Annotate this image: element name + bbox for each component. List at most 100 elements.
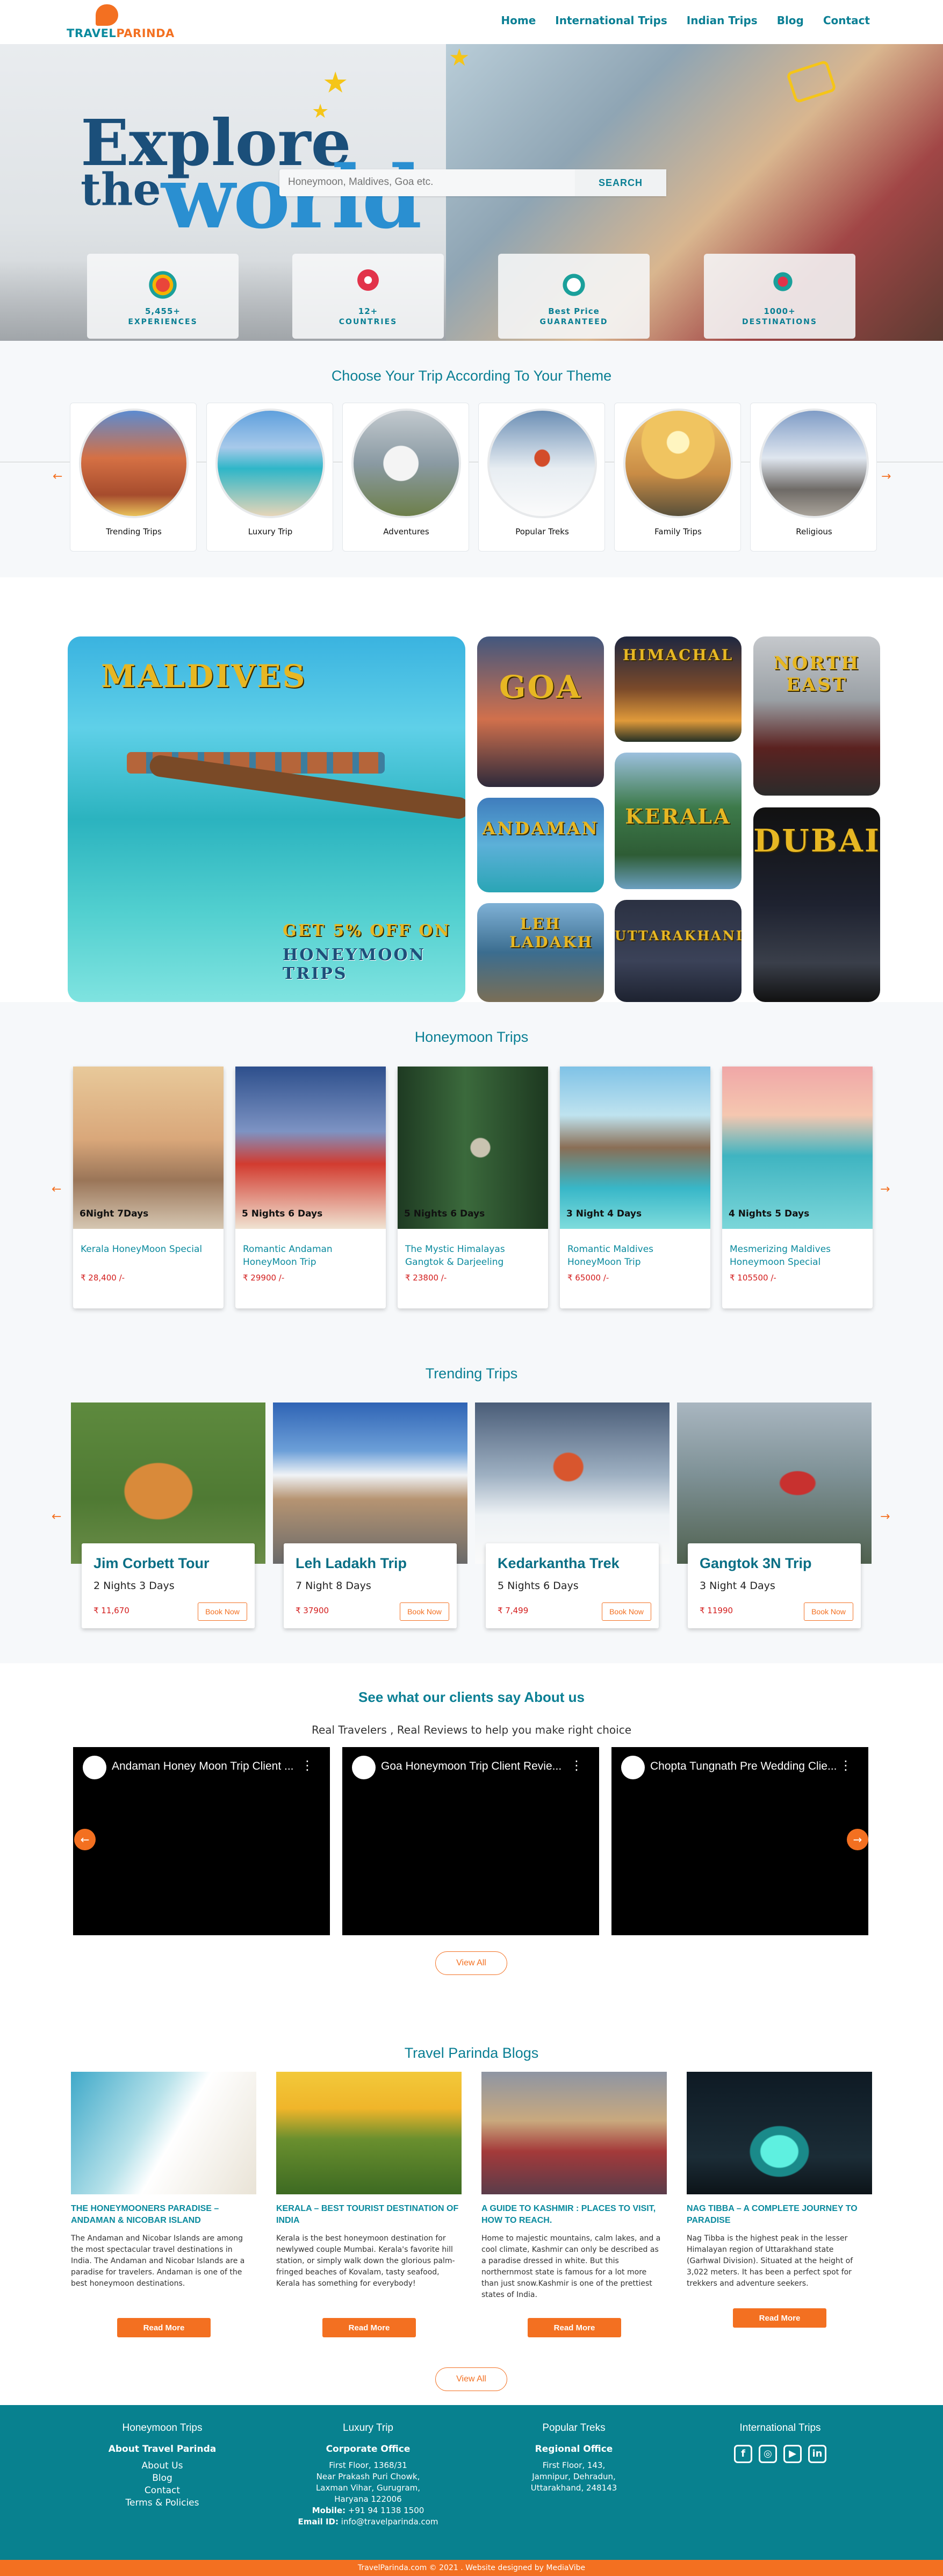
search-button[interactable]: SEARCH — [575, 169, 666, 196]
tile-title: ANDAMAN — [482, 818, 599, 839]
featured-destination-maldives[interactable]: MALDIVES GET 5% OFF ON HONEYMOON TRIPS — [68, 636, 465, 1002]
blog-card[interactable]: A GUIDE TO KASHMIR : PLACES TO VISIT, HO… — [481, 2072, 667, 2341]
youtube-icon[interactable]: ▶ — [783, 2445, 802, 2463]
more-options-icon[interactable]: ⋮ — [570, 1758, 583, 1773]
video-embed[interactable]: Andaman Honey Moon Trip Client ... ⋮ — [73, 1747, 330, 1935]
book-now-button[interactable]: Book Now — [198, 1602, 247, 1621]
video-title[interactable]: Goa Honeymoon Trip Client Revie... — [381, 1760, 562, 1773]
trip-name[interactable]: The Mystic Himalayas Gangtok & Darjeelin… — [405, 1243, 541, 1269]
footer-heading[interactable]: Honeymoon Trips — [82, 2422, 243, 2434]
honeymoon-card[interactable]: 6Night 7Days Kerala HoneyMoon Special ₹ … — [73, 1067, 224, 1308]
arrow-right-icon[interactable]: → — [880, 1510, 890, 1523]
more-options-icon[interactable]: ⋮ — [301, 1758, 314, 1773]
tile-andaman[interactable]: ANDAMAN — [477, 798, 604, 892]
carousel-prev-icon[interactable]: ← — [74, 1829, 96, 1850]
tile-goa[interactable]: GOA — [477, 636, 604, 787]
read-more-button[interactable]: Read More — [117, 2318, 211, 2337]
tile-himachal[interactable]: HIMACHAL — [615, 636, 742, 742]
honeymoon-card[interactable]: 4 Nights 5 Days Mesmerizing Maldives Hon… — [722, 1067, 873, 1308]
footer-heading[interactable]: International Trips — [700, 2422, 861, 2434]
nav-international-trips[interactable]: International Trips — [555, 14, 667, 27]
theme-card-family[interactable]: Family Trips — [614, 403, 741, 552]
blog-card[interactable]: NAG TIBBA – A COMPLETE JOURNEY TO PARADI… — [687, 2072, 872, 2341]
trip-name[interactable]: Mesmerizing Maldives Honeymoon Special — [730, 1243, 865, 1269]
mobile-number[interactable]: +91 94 1138 1500 — [348, 2506, 424, 2515]
search-input[interactable] — [288, 176, 567, 188]
tile-north-east[interactable]: NORTH EAST — [753, 636, 880, 796]
tile-title: KERALA — [625, 804, 731, 828]
arrow-left-icon[interactable]: ← — [53, 470, 62, 483]
reviews-view-all-button[interactable]: View All — [435, 1951, 507, 1975]
blog-image — [276, 2072, 462, 2194]
video-embed[interactable]: Chopta Tungnath Pre Wedding Clie... ⋮ — [611, 1747, 868, 1935]
trip-name[interactable]: Leh Ladakh Trip — [296, 1555, 407, 1572]
arrow-right-icon[interactable]: → — [880, 1183, 890, 1196]
nav-home[interactable]: Home — [501, 14, 536, 27]
trip-name[interactable]: Kerala HoneyMoon Special — [81, 1243, 216, 1256]
more-options-icon[interactable]: ⋮ — [839, 1758, 852, 1773]
blog-title[interactable]: KERALA – BEST TOURIST DESTINATION OF IND… — [276, 2203, 462, 2227]
footer-link-terms[interactable]: Terms & Policies — [82, 2497, 243, 2509]
theme-card-trending[interactable]: Trending Trips — [70, 403, 197, 552]
tile-dubai[interactable]: DUBAI — [753, 807, 880, 1002]
linkedin-icon[interactable]: in — [808, 2445, 826, 2463]
tile-uttarakhand[interactable]: UTTARAKHAND — [615, 900, 742, 1002]
arrow-right-icon[interactable]: → — [881, 470, 891, 483]
blog-title[interactable]: NAG TIBBA – A COMPLETE JOURNEY TO PARADI… — [687, 2203, 872, 2227]
trending-card[interactable]: Jim Corbett Tour 2 Nights 3 Days ₹ 11,67… — [71, 1403, 265, 1628]
nav-indian-trips[interactable]: Indian Trips — [687, 14, 758, 27]
trip-name[interactable]: Gangtok 3N Trip — [700, 1555, 812, 1572]
footer-link-blog[interactable]: Blog — [82, 2472, 243, 2485]
book-now-button[interactable]: Book Now — [804, 1602, 853, 1621]
theme-card-adventures[interactable]: Adventures — [342, 403, 469, 552]
theme-card-luxury[interactable]: Luxury Trip — [206, 403, 333, 552]
theme-card-treks[interactable]: Popular Treks — [478, 403, 605, 552]
video-title[interactable]: Andaman Honey Moon Trip Client ... — [112, 1760, 294, 1773]
blogs-view-all-button[interactable]: View All — [435, 2367, 507, 2391]
theme-label: Adventures — [383, 527, 429, 536]
trending-card[interactable]: Gangtok 3N Trip 3 Night 4 Days ₹ 11990 B… — [677, 1403, 872, 1628]
theme-label: Religious — [796, 527, 832, 536]
blog-title[interactable]: A GUIDE TO KASHMIR : PLACES TO VISIT, HO… — [481, 2203, 667, 2227]
email-line: Email ID: info@travelparinda.com — [287, 2516, 449, 2528]
honeymoon-card[interactable]: 5 Nights 6 Days The Mystic Himalayas Gan… — [398, 1067, 548, 1308]
instagram-icon[interactable]: ◎ — [759, 2445, 777, 2463]
facebook-icon[interactable]: f — [734, 2445, 752, 2463]
mobile-line: Mobile: +91 94 1138 1500 — [287, 2505, 449, 2516]
video-embed[interactable]: Goa Honeymoon Trip Client Revie... ⋮ — [342, 1747, 599, 1935]
trip-name[interactable]: Romantic Maldives HoneyMoon Trip — [567, 1243, 703, 1269]
book-now-button[interactable]: Book Now — [602, 1602, 651, 1621]
trip-image — [677, 1403, 872, 1564]
nav-contact[interactable]: Contact — [823, 14, 870, 27]
footer-heading[interactable]: Luxury Trip — [287, 2422, 449, 2434]
blog-title[interactable]: THE HONEYMOONERS PARADISE – ANDAMAN & NI… — [71, 2203, 256, 2227]
nav-blog[interactable]: Blog — [777, 14, 804, 27]
trip-name[interactable]: Romantic Andaman HoneyMoon Trip — [243, 1243, 378, 1269]
theme-card-religious[interactable]: Religious — [750, 403, 877, 552]
footer-link-about[interactable]: About Us — [82, 2460, 243, 2472]
arrow-left-icon[interactable]: ← — [52, 1183, 61, 1196]
trending-card[interactable]: Leh Ladakh Trip 7 Night 8 Days ₹ 37900 B… — [273, 1403, 467, 1628]
tile-leh-ladakh[interactable]: LEH LADAKH — [477, 903, 604, 1002]
blog-card[interactable]: KERALA – BEST TOURIST DESTINATION OF IND… — [276, 2072, 462, 2341]
carousel-next-icon[interactable]: → — [847, 1829, 868, 1850]
video-title[interactable]: Chopta Tungnath Pre Wedding Clie... — [650, 1760, 837, 1773]
footer-link-contact[interactable]: Contact — [82, 2485, 243, 2497]
arrow-left-icon[interactable]: ← — [52, 1510, 61, 1523]
honeymoon-card[interactable]: 5 Nights 6 Days Romantic Andaman HoneyMo… — [235, 1067, 386, 1308]
footer-heading[interactable]: Popular Treks — [493, 2422, 654, 2434]
read-more-button[interactable]: Read More — [733, 2308, 826, 2328]
trip-name[interactable]: Kedarkantha Trek — [498, 1555, 620, 1572]
tile-kerala[interactable]: KERALA — [615, 753, 742, 889]
honeymoon-card[interactable]: 3 Night 4 Days Romantic Maldives HoneyMo… — [560, 1067, 710, 1308]
email-address[interactable]: info@travelparinda.com — [341, 2517, 438, 2527]
logo[interactable]: TRAVELPARINDA — [67, 4, 174, 42]
read-more-button[interactable]: Read More — [322, 2318, 416, 2337]
book-now-button[interactable]: Book Now — [400, 1602, 449, 1621]
trip-name[interactable]: Jim Corbett Tour — [93, 1555, 210, 1572]
trip-duration: 4 Nights 5 Days — [729, 1208, 810, 1219]
blog-card[interactable]: THE HONEYMOONERS PARADISE – ANDAMAN & NI… — [71, 2072, 256, 2341]
trending-card[interactable]: Kedarkantha Trek 5 Nights 6 Days ₹ 7,499… — [475, 1403, 670, 1628]
footer: Honeymoon Trips About Travel Parinda Abo… — [0, 2405, 943, 2560]
read-more-button[interactable]: Read More — [528, 2318, 621, 2337]
